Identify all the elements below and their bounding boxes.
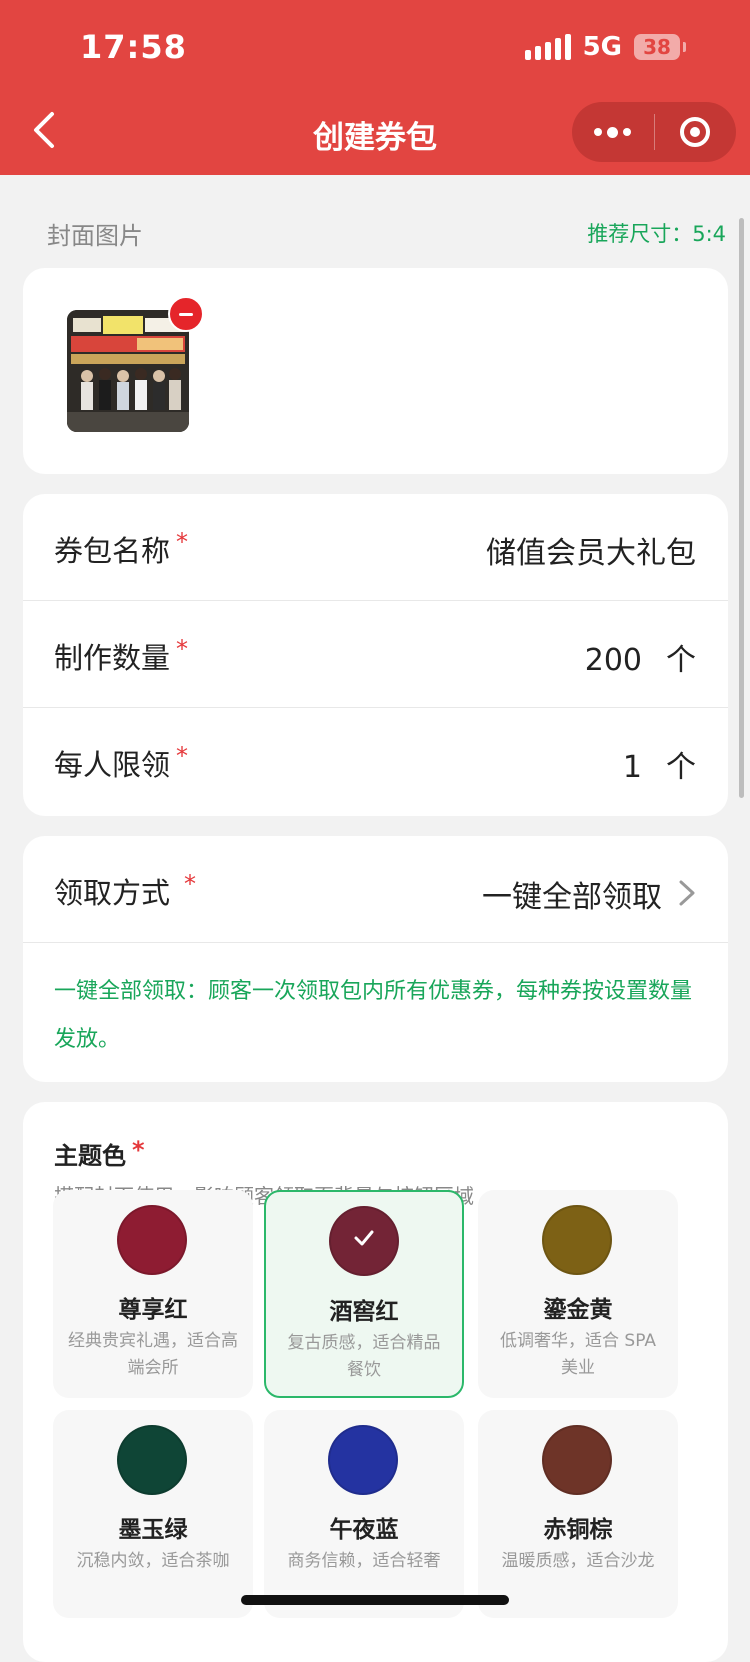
per-person-limit-input[interactable]: 1	[623, 750, 642, 785]
home-indicator	[241, 1595, 509, 1605]
network-type: 5G	[582, 32, 622, 62]
theme-option[interactable]: 墨玉绿沉稳内敛，适合茶咖	[53, 1410, 253, 1618]
color-swatch-dot	[329, 1206, 399, 1276]
form-row-label: 领取方式 *	[54, 870, 196, 912]
cover-section-label: 封面图片	[47, 222, 143, 250]
theme-option-name: 午夜蓝	[329, 1517, 399, 1543]
theme-option-desc: 复古质感，适合精品餐饮	[287, 1333, 441, 1380]
theme-option[interactable]: 赤铜棕温暖质感，适合沙龙	[478, 1410, 678, 1618]
claim-method-description: 一键全部领取：顾客一次领取包内所有优惠券，每种券按设置数量发放。	[54, 979, 693, 1052]
theme-option-desc: 商务信赖，适合轻奢	[287, 1551, 441, 1571]
color-swatch-dot	[117, 1425, 187, 1495]
theme-option-desc: 沉稳内敛，适合茶咖	[76, 1551, 230, 1571]
required-mark: *	[176, 742, 189, 770]
form-row-limit[interactable]: 每人限领 * 1个	[23, 708, 728, 814]
coupon-pack-name-label: 券包名称	[54, 534, 171, 568]
claim-method-card: 领取方式 * 一键全部领取 一键全部领取：顾客一次领取包内所有优惠券，每种券按设置…	[23, 836, 728, 1082]
theme-option-desc: 温暖质感，适合沙龙	[501, 1551, 655, 1571]
theme-title-text: 主题色	[54, 1142, 126, 1170]
quantity-label: 制作数量	[54, 641, 171, 675]
signal-icon	[524, 34, 571, 60]
color-swatch-dot	[328, 1425, 398, 1495]
more-button[interactable]	[572, 102, 654, 162]
status-time: 17:58	[80, 28, 187, 66]
more-dots-icon	[594, 126, 632, 138]
theme-option[interactable]: 午夜蓝商务信赖，适合轻奢	[264, 1410, 464, 1618]
close-miniprogram-button[interactable]	[655, 102, 737, 162]
quantity-unit: 个	[666, 643, 696, 678]
check-icon	[352, 1228, 376, 1254]
required-mark: *	[176, 635, 189, 663]
quantity-input[interactable]: 200	[585, 643, 642, 678]
row-divider	[23, 942, 728, 943]
status-indicators: 5G 38	[524, 32, 686, 62]
form-row-label: 每人限领 *	[54, 742, 188, 784]
minus-icon	[179, 312, 193, 316]
target-icon	[680, 117, 711, 147]
cover-card	[23, 268, 728, 474]
theme-option-name: 尊享红	[118, 1297, 188, 1323]
quantity-field[interactable]: 200 个	[585, 635, 696, 679]
miniprogram-capsule	[572, 102, 736, 162]
theme-option-desc: 经典贵宾礼遇，适合高端会所	[68, 1331, 238, 1378]
theme-color-card: 主题色 * 搭配封面使用，影响顾客领取页背景与按钮区域 尊享红 经典贵宾礼遇，适合高…	[23, 1102, 728, 1662]
form-row-label: 制作数量 *	[54, 635, 188, 677]
basic-info-card: 券包名称 * 储值会员大礼包 制作数量 * 200 个 每人限领 * 1个	[23, 494, 728, 816]
theme-option-name: 酒窖红	[329, 1299, 399, 1325]
color-swatch-dot	[542, 1425, 612, 1495]
battery-icon: 38	[634, 34, 686, 60]
required-mark: *	[132, 1136, 145, 1164]
theme-option[interactable]: 尊享红经典贵宾礼遇，适合高端会所	[53, 1190, 253, 1398]
cover-size-hint: 推荐尺寸：5:4	[587, 222, 726, 246]
claim-method-label: 领取方式	[54, 876, 171, 910]
theme-option-name: 赤铜棕	[543, 1517, 613, 1543]
cover-image[interactable]	[67, 310, 189, 432]
form-row-quantity[interactable]: 制作数量 * 200 个	[23, 601, 728, 707]
storefront-photo-icon	[67, 310, 189, 432]
color-swatch-dot	[542, 1205, 612, 1275]
battery-level: 38	[643, 35, 671, 59]
limit-field[interactable]: 1个	[623, 742, 696, 786]
required-mark: *	[184, 870, 197, 898]
form-row-name[interactable]: 券包名称 * 储值会员大礼包	[23, 494, 728, 600]
coupon-pack-name-input[interactable]: 储值会员大礼包	[486, 528, 696, 572]
form-row-label: 券包名称 *	[54, 528, 188, 570]
theme-option-name: 墨玉绿	[118, 1517, 188, 1543]
theme-option-desc: 低调奢华，适合 SPA 美业	[500, 1331, 656, 1378]
limit-unit: 个	[666, 750, 696, 785]
scrollbar[interactable]	[739, 218, 744, 798]
required-mark: *	[176, 528, 189, 556]
claim-method-row[interactable]: 领取方式 * 一键全部领取	[23, 836, 728, 942]
claim-method-value: 一键全部领取	[482, 880, 662, 915]
per-person-limit-label: 每人限领	[54, 748, 171, 782]
remove-image-button[interactable]	[168, 296, 204, 332]
claim-method-selector[interactable]: 一键全部领取	[482, 872, 696, 916]
theme-option-name: 鎏金黄	[543, 1297, 613, 1323]
color-swatch-dot	[117, 1205, 187, 1275]
theme-option[interactable]: 酒窖红复古质感，适合精品餐饮	[264, 1190, 464, 1398]
chevron-right-icon	[678, 879, 696, 915]
theme-title: 主题色 *	[54, 1136, 145, 1171]
header-bar: 17:58 5G 38 创建券包	[0, 0, 750, 175]
theme-option[interactable]: 鎏金黄低调奢华，适合 SPA 美业	[478, 1190, 678, 1398]
